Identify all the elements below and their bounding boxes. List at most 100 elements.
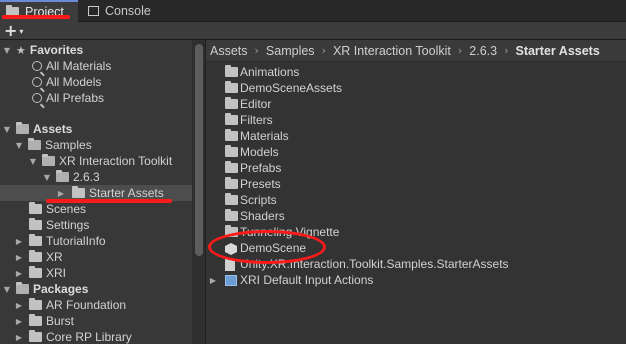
tree-item-xr[interactable]: ▶ XR (0, 249, 192, 265)
tree-item-2-6-3[interactable]: ▼ 2.6.3 (0, 169, 192, 185)
tree-item-burst[interactable]: ▶ Burst (0, 313, 192, 329)
folder-icon (29, 202, 42, 214)
folder-icon (225, 209, 238, 221)
chevron-right-icon[interactable]: ▶ (14, 301, 24, 310)
chevron-down-icon[interactable]: ▼ (2, 285, 12, 294)
breadcrumb-current[interactable]: Starter Assets (515, 44, 599, 58)
chevron-down-icon[interactable]: ▼ (2, 125, 12, 134)
tree-item-packages[interactable]: ▼ Packages (0, 281, 192, 297)
asset-row-shaders[interactable]: Shaders (206, 208, 626, 224)
folder-icon (56, 170, 69, 182)
folder-icon (225, 161, 238, 173)
tree-item-favorites[interactable]: ▼ ★ Favorites (0, 42, 192, 58)
project-toolbar: + ▾ (0, 22, 626, 40)
tab-bar: Project Console (0, 0, 626, 22)
asset-label: Prefabs (240, 161, 282, 175)
folder-icon (29, 330, 42, 342)
tree-item-all-prefabs[interactable]: All Prefabs (0, 90, 192, 106)
tree-label: Assets (33, 122, 73, 136)
tab-console[interactable]: Console (82, 0, 172, 22)
tree-item-all-materials[interactable]: All Materials (0, 58, 192, 74)
tree-item-assets[interactable]: ▼ Assets (0, 121, 192, 137)
asset-row-scripts[interactable]: Scripts (206, 192, 626, 208)
search-icon (32, 61, 42, 71)
folder-icon (225, 97, 238, 109)
tree-label: XR (46, 250, 63, 264)
folder-icon (29, 314, 42, 326)
chevron-down-icon[interactable]: ▼ (28, 157, 38, 166)
tree-item-core-rp-library[interactable]: ▶ Core RP Library (0, 329, 192, 344)
asset-label: Models (240, 145, 279, 159)
folder-icon (16, 282, 29, 294)
search-icon (32, 93, 42, 103)
tree-scrollbar-thumb[interactable] (195, 44, 203, 256)
tree-label: XRI (46, 266, 67, 280)
chevron-right-icon[interactable]: ▶ (14, 237, 24, 246)
tree-label: All Models (46, 75, 102, 89)
annotation-underline-project-tab (2, 15, 70, 19)
tree-label: Packages (33, 282, 89, 296)
create-button[interactable]: + ▾ (4, 22, 23, 40)
breadcrumb-item[interactable]: XR Interaction Toolkit (333, 44, 451, 58)
console-icon (88, 6, 99, 16)
asset-label: Shaders (240, 209, 285, 223)
chevron-right-icon[interactable]: ▶ (14, 333, 24, 342)
tree-item-tutorialinfo[interactable]: ▶ TutorialInfo (0, 233, 192, 249)
tree-item-samples[interactable]: ▼ Samples (0, 137, 192, 153)
asset-label: Presets (240, 177, 281, 191)
tab-console-label: Console (105, 4, 151, 18)
tree-item-xri[interactable]: ▶ XRI (0, 265, 192, 281)
asset-row-materials[interactable]: Materials (206, 128, 626, 144)
plus-icon: + (4, 21, 18, 40)
breadcrumb: Assets › Samples › XR Interaction Toolki… (206, 40, 626, 62)
chevron-right-icon[interactable]: ▶ (14, 253, 24, 262)
folder-tree-panel: ▼ ★ Favorites All Materials All Models A… (0, 40, 205, 344)
tree-label: Favorites (29, 43, 84, 57)
chevron-right-icon[interactable]: ▶ (56, 189, 66, 198)
folder-icon (225, 145, 238, 157)
tree-label: 2.6.3 (73, 170, 100, 184)
tree-label: TutorialInfo (46, 234, 106, 248)
asset-row-prefabs[interactable]: Prefabs (206, 160, 626, 176)
breadcrumb-item[interactable]: 2.6.3 (469, 44, 497, 58)
asset-label: DemoSceneAssets (240, 81, 343, 95)
folder-icon (225, 81, 238, 93)
tree-label: Samples (45, 138, 92, 152)
chevron-right-icon[interactable]: ▶ (14, 269, 24, 278)
chevron-right-icon[interactable]: ▶ (208, 276, 218, 285)
search-icon (32, 77, 42, 87)
tree-label: Burst (46, 314, 75, 328)
breadcrumb-item[interactable]: Assets (210, 44, 248, 58)
tree-item-settings[interactable]: Settings (0, 217, 192, 233)
chevron-down-icon[interactable]: ▼ (14, 141, 24, 150)
asset-row-models[interactable]: Models (206, 144, 626, 160)
tree-item-ar-foundation[interactable]: ▶ AR Foundation (0, 297, 192, 313)
asset-row-xri-default-input-actions[interactable]: ▶ XRI Default Input Actions (206, 272, 626, 288)
asset-row-presets[interactable]: Presets (206, 176, 626, 192)
folder-icon (29, 218, 42, 230)
asset-row-animations[interactable]: Animations (206, 64, 626, 80)
asset-list-panel: Assets › Samples › XR Interaction Toolki… (206, 40, 626, 344)
asset-row-demosceneassets[interactable]: DemoSceneAssets (206, 80, 626, 96)
chevron-right-icon[interactable]: ▶ (14, 317, 24, 326)
asset-row-filters[interactable]: Filters (206, 112, 626, 128)
tree-item-scenes[interactable]: Scenes (0, 201, 192, 217)
folder-icon (16, 122, 29, 134)
asset-row-editor[interactable]: Editor (206, 96, 626, 112)
asset-label: Scripts (240, 193, 277, 207)
folder-icon (225, 193, 238, 205)
asset-label: Animations (240, 65, 300, 79)
chevron-right-icon: › (457, 44, 463, 57)
asset-label: Editor (240, 97, 272, 111)
tree-label: Starter Assets (89, 186, 164, 200)
breadcrumb-item[interactable]: Samples (266, 44, 315, 58)
chevron-down-icon: ▾ (19, 26, 24, 36)
folder-icon (72, 186, 85, 198)
star-icon: ★ (16, 43, 26, 57)
asset-label: Materials (240, 129, 289, 143)
tree-item-all-models[interactable]: All Models (0, 74, 192, 90)
tree-item-xr-interaction-toolkit[interactable]: ▼ XR Interaction Toolkit (0, 153, 192, 169)
tree-label: Scenes (46, 202, 87, 216)
chevron-down-icon[interactable]: ▼ (42, 173, 52, 182)
chevron-down-icon[interactable]: ▼ (2, 46, 12, 55)
